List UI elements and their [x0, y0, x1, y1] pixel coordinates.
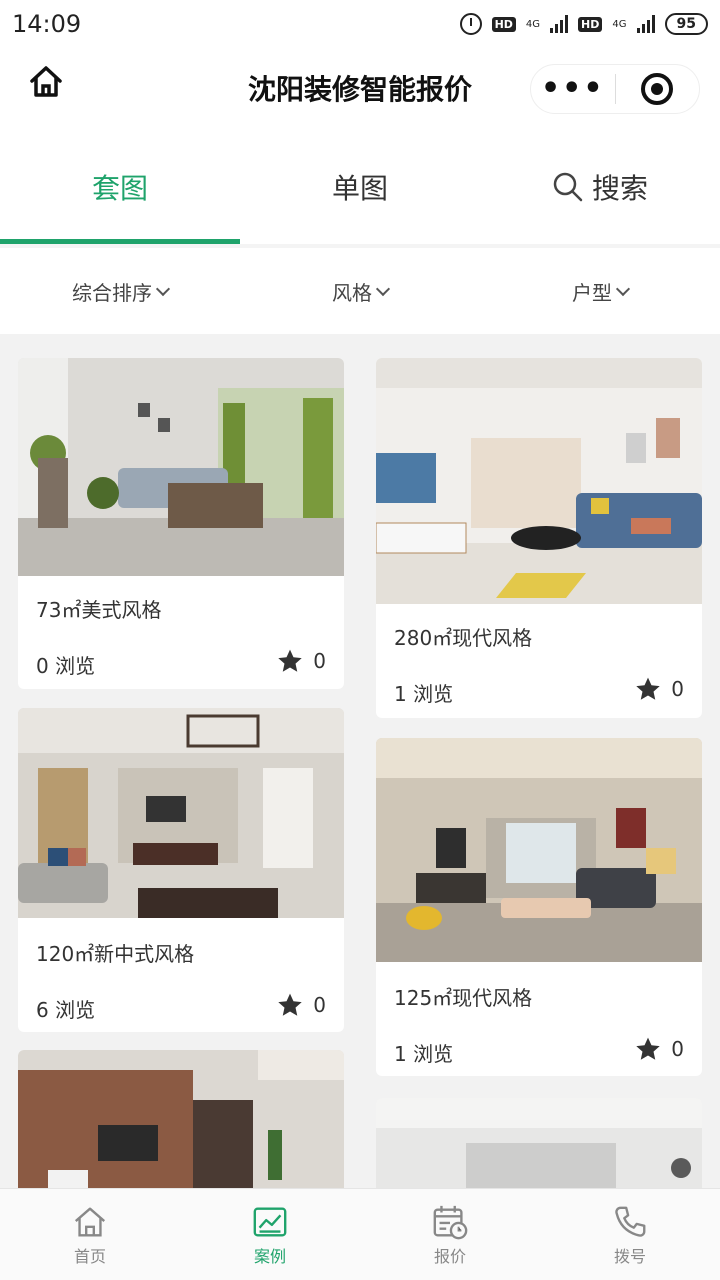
case-card[interactable]	[376, 1098, 702, 1188]
tabbar-item-dial[interactable]: 拨号	[540, 1189, 720, 1280]
favorite-count[interactable]: 0	[635, 676, 684, 702]
signal-icon	[550, 15, 569, 33]
case-card[interactable]: 125㎡现代风格 1 浏览 0	[376, 738, 702, 1076]
favorite-number: 0	[313, 649, 326, 673]
filter-bar: 综合排序 风格 户型	[0, 248, 720, 334]
more-menu-button[interactable]: •••	[531, 74, 615, 104]
calendar-icon	[433, 1205, 468, 1239]
case-grid: 73㎡美式风格 0 浏览 0 280㎡现代风格 1 浏览 0 120㎡新中式风格…	[18, 358, 702, 1188]
nav-header: 沈阳装修智能报价 •••	[0, 48, 720, 130]
case-card[interactable]: 120㎡新中式风格 6 浏览 0	[18, 708, 344, 1032]
case-name: 125㎡现代风格	[394, 986, 533, 1010]
view-count: 0 浏览	[36, 654, 96, 678]
chevron-down-icon	[375, 281, 391, 296]
case-image	[376, 738, 702, 962]
alarm-icon	[459, 13, 482, 35]
filter-label: 户型	[572, 280, 612, 305]
tabbar-label: 案例	[253, 1246, 286, 1266]
case-card[interactable]: 73㎡美式风格 0 浏览 0	[18, 358, 344, 689]
filter-layout[interactable]: 户型	[480, 248, 720, 334]
bottom-tab-bar: 首页 案例 报价 拨号	[0, 1188, 720, 1280]
tabbar-item-home[interactable]: 首页	[0, 1189, 180, 1280]
tabbar-label: 报价	[433, 1246, 466, 1266]
tab-label: 搜索	[591, 172, 648, 205]
status-icons: HD 4G HD 4G 95	[459, 13, 708, 35]
status-time: 14:09	[12, 10, 82, 38]
close-button[interactable]	[616, 73, 700, 105]
tab-label: 套图	[91, 172, 148, 205]
hd-badge-2: HD	[578, 16, 603, 32]
favorite-number: 0	[671, 677, 684, 701]
case-name: 280㎡现代风格	[394, 626, 533, 650]
case-image	[376, 358, 702, 604]
case-image	[18, 708, 344, 918]
filter-label: 风格	[332, 280, 372, 305]
signal-icon-2	[636, 15, 655, 33]
favorite-count[interactable]: 0	[635, 1036, 684, 1062]
tabbar-item-quote[interactable]: 报价	[360, 1189, 540, 1280]
chevron-down-icon	[615, 281, 631, 296]
case-name: 73㎡美式风格	[36, 598, 162, 622]
top-tabs: 套图 单图 搜索	[0, 130, 720, 244]
tabbar-label: 拨号	[613, 1246, 646, 1266]
network-label: 4G	[525, 18, 541, 30]
network-label-2: 4G	[612, 18, 627, 30]
favorite-count[interactable]: 0	[277, 648, 326, 674]
tabbar-label: 首页	[73, 1246, 106, 1266]
star-icon	[278, 649, 302, 672]
case-image	[18, 358, 344, 576]
target-icon	[641, 73, 674, 105]
case-image	[18, 1050, 344, 1188]
tab-sets[interactable]: 套图	[0, 130, 240, 244]
case-name: 120㎡新中式风格	[36, 942, 195, 966]
filter-style[interactable]: 风格	[240, 248, 480, 334]
star-icon	[636, 1037, 660, 1060]
search-icon	[553, 172, 583, 202]
favorite-number: 0	[313, 993, 326, 1017]
tab-single[interactable]: 单图	[240, 130, 480, 244]
chevron-down-icon	[155, 281, 171, 296]
tabbar-item-cases[interactable]: 案例	[180, 1189, 360, 1280]
filter-sort[interactable]: 综合排序	[0, 248, 240, 334]
view-count: 1 浏览	[394, 682, 454, 706]
tab-search[interactable]: 搜索	[480, 130, 720, 244]
star-icon	[636, 677, 660, 700]
home-icon	[74, 1207, 106, 1236]
status-bar: 14:09 HD 4G HD 4G 95	[0, 0, 720, 48]
case-card[interactable]: 280㎡现代风格 1 浏览 0	[376, 358, 702, 718]
view-count: 1 浏览	[394, 1042, 454, 1066]
case-image	[376, 1098, 702, 1188]
battery-indicator: 95	[664, 13, 708, 35]
favorite-count[interactable]: 0	[277, 992, 326, 1018]
case-card[interactable]	[18, 1050, 344, 1188]
view-count: 6 浏览	[36, 998, 96, 1022]
star-icon	[278, 993, 302, 1016]
miniprogram-capsule: •••	[530, 64, 700, 114]
hd-badge: HD	[491, 16, 516, 32]
chart-icon	[253, 1207, 287, 1236]
tab-label: 单图	[331, 172, 388, 205]
favorite-number: 0	[671, 1037, 684, 1061]
filter-label: 综合排序	[72, 280, 152, 305]
phone-icon	[615, 1206, 646, 1237]
